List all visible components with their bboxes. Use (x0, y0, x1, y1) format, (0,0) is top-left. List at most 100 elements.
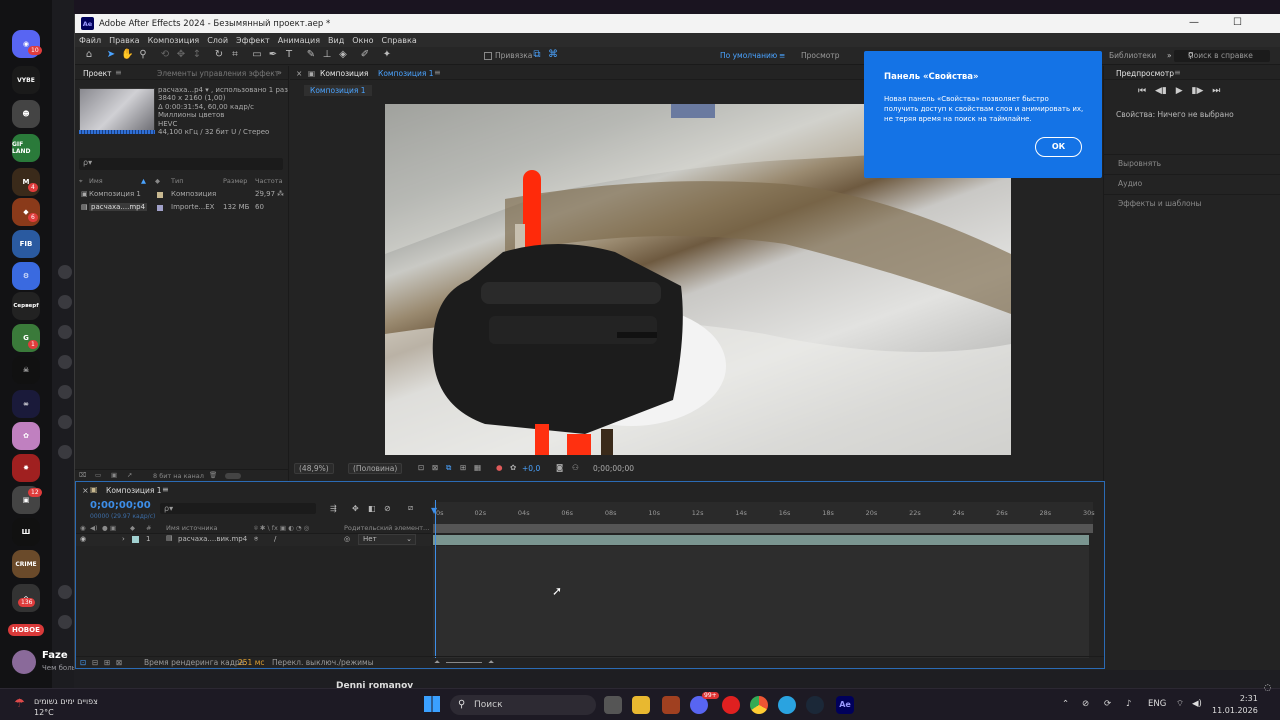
puppet-pin-icon[interactable]: ✦ (381, 49, 393, 61)
chevron-up-icon[interactable]: ⌃ (1062, 699, 1069, 709)
pen-tool-icon[interactable]: ✒ (267, 49, 279, 61)
sync-icon[interactable]: ⟳ (1104, 699, 1111, 709)
server-icon[interactable]: ◆ (12, 198, 40, 226)
app-icon[interactable] (662, 696, 680, 714)
menu-help[interactable]: Справка (381, 36, 416, 45)
draft-3d-icon[interactable]: ✥ (352, 504, 359, 513)
snap-checkbox[interactable] (484, 52, 492, 60)
hand-tool-icon[interactable]: ✋ (121, 49, 133, 61)
label-color-swatch[interactable] (132, 536, 139, 543)
language-indicator[interactable]: ENG (1148, 699, 1166, 709)
pan-tool-icon[interactable]: ✥ (175, 49, 187, 61)
zoom-dropdown[interactable]: (48,9%) (294, 463, 334, 474)
layer-row[interactable]: ◉ › 1 ▤ расчаха....вик.mp4 ⍟ / ◎ Нет ⌄ (76, 534, 431, 546)
playhead[interactable] (435, 500, 436, 658)
menu-view[interactable]: Вид (328, 36, 344, 45)
eye-icon[interactable]: ◉ (80, 524, 86, 532)
menu-layer[interactable]: Слой (207, 36, 228, 45)
shy-switch-icon[interactable]: ⍟ (254, 535, 258, 544)
settings-gear-icon[interactable]: ⚙ (12, 262, 40, 290)
mask-visibility-icon[interactable]: ⧉ (446, 463, 451, 473)
weather-widget[interactable]: צפויים ימים גשומים 12°C (34, 696, 98, 718)
telegram-icon[interactable] (778, 696, 796, 714)
server-icon[interactable]: ☻ (12, 100, 40, 128)
col-size[interactable]: Размер (223, 177, 247, 185)
server-icon[interactable]: ✿ (12, 422, 40, 450)
menu-edit[interactable]: Правка (109, 36, 139, 45)
server-fib[interactable]: FIB (12, 230, 40, 258)
snap-options-icon[interactable]: ⧉ (531, 49, 543, 61)
server-vybe[interactable]: VYBE (12, 66, 40, 94)
layer-duration-bar[interactable] (433, 535, 1089, 545)
first-frame-icon[interactable]: ⏮ (1138, 86, 1146, 96)
tray-app-icon[interactable]: ⊘ (1082, 699, 1089, 709)
viewer-timecode[interactable]: 0;00;00;00 (593, 464, 634, 473)
server-crime[interactable]: CRIME (12, 550, 40, 578)
source-name-col[interactable]: Имя источника (166, 524, 218, 532)
ok-button[interactable]: ОК (1035, 137, 1082, 157)
render-time-icon[interactable]: ⊠ (116, 658, 122, 667)
timeline-track-area[interactable] (433, 546, 1089, 658)
shy-layers-icon[interactable]: ◧ (368, 504, 376, 513)
file-explorer-icon[interactable] (632, 696, 650, 714)
zoom-out-icon[interactable]: ⏶ (434, 657, 440, 667)
clone-stamp-icon[interactable]: ⊥ (321, 49, 333, 61)
project-row-composition[interactable]: ▣ Композиция 1 Композиция 29,97 ⁂ (79, 190, 285, 201)
current-timecode[interactable]: 0;00;00;00 (90, 500, 151, 511)
menu-animation[interactable]: Анимация (278, 36, 320, 45)
home-icon[interactable]: ⌂ (83, 49, 95, 61)
lock-icon[interactable]: ▣ (308, 69, 315, 78)
frame-blending-icon[interactable]: ⊘ (384, 504, 391, 513)
new-composition-icon[interactable]: ▣ (111, 471, 117, 479)
pickwhip-icon[interactable]: ◎ (344, 535, 350, 543)
snapshot-camera-icon[interactable]: ◙ (556, 463, 563, 472)
type-tool-icon[interactable]: T (283, 49, 295, 61)
task-view-icon[interactable] (604, 696, 622, 714)
parent-col[interactable]: Родительский элемент... (344, 524, 429, 532)
next-frame-icon[interactable]: ▮▶ (1192, 86, 1204, 96)
minimize-icon[interactable]: — (1189, 17, 1199, 28)
last-frame-icon[interactable]: ⏭ (1212, 86, 1220, 96)
color-channel-icon[interactable]: ● (496, 463, 503, 472)
project-search-input[interactable]: ρ▾ (79, 158, 283, 170)
resolution-dropdown[interactable]: (Половина) (348, 463, 403, 474)
bit-depth-label[interactable]: 8 бит на канал (153, 472, 204, 480)
show-snapshot-icon[interactable]: ⚇ (572, 463, 579, 472)
server-icon[interactable]: ✸ (12, 454, 40, 482)
server-icon[interactable]: M (12, 168, 40, 196)
camera-tool-icon[interactable]: ⌗ (229, 49, 241, 61)
toggle-layer-switches-icon[interactable]: ⊡ (80, 658, 86, 667)
render-queue-icon[interactable]: ➚ (127, 471, 132, 479)
solo-icon[interactable]: ● (102, 524, 108, 532)
thumbnail-slider[interactable] (225, 473, 241, 479)
layer-name[interactable]: расчаха....вик.mp4 (178, 535, 247, 543)
menu-composition[interactable]: Композиция (148, 36, 200, 45)
toggle-switches-modes[interactable]: Перекл. выключ./режимы (272, 658, 374, 667)
zoom-tool-icon[interactable]: ⚲ (137, 49, 149, 61)
label-icon[interactable]: ◆ (130, 524, 135, 532)
timeline-tab[interactable]: Композиция 1 (106, 486, 162, 495)
chevron-right-icon[interactable]: › (122, 535, 125, 543)
after-effects-taskbar-icon[interactable]: Ae (836, 696, 854, 714)
align-section[interactable]: Выровнять (1104, 154, 1280, 172)
microphone-icon[interactable]: ♪ (1126, 699, 1131, 709)
time-ruler[interactable] (433, 502, 1093, 524)
project-row-footage[interactable]: ▤ расчаха....mp4 Importe...EX 132 МБ 60 (79, 203, 285, 214)
graph-editor-icon[interactable]: ⧄ (408, 503, 413, 513)
chrome-icon[interactable] (750, 696, 768, 714)
work-area-bar[interactable] (433, 524, 1093, 533)
roto-brush-icon[interactable]: ✐ (359, 49, 371, 61)
panel-menu-icon[interactable]: ≡ (434, 68, 441, 77)
taskbar-search[interactable]: Поиск (450, 695, 596, 715)
color-management-icon[interactable]: ✿ (510, 463, 516, 472)
tab-effect-controls[interactable]: Элементы управления эффект (157, 69, 279, 78)
rotate-tool-icon[interactable]: ↻ (213, 49, 225, 61)
fast-previews-icon[interactable]: ⊡ (418, 463, 424, 472)
exposure-value[interactable]: +0,0 (522, 464, 540, 473)
volume-icon[interactable]: ◀) (1192, 699, 1202, 709)
parent-dropdown[interactable]: Нет ⌄ (358, 534, 416, 545)
server-icon[interactable]: Ш (12, 518, 40, 546)
audio-section[interactable]: Аудио (1104, 174, 1280, 192)
zoom-in-icon[interactable]: ⏶ (488, 657, 494, 667)
more-workspaces-icon[interactable]: » (1167, 51, 1172, 60)
